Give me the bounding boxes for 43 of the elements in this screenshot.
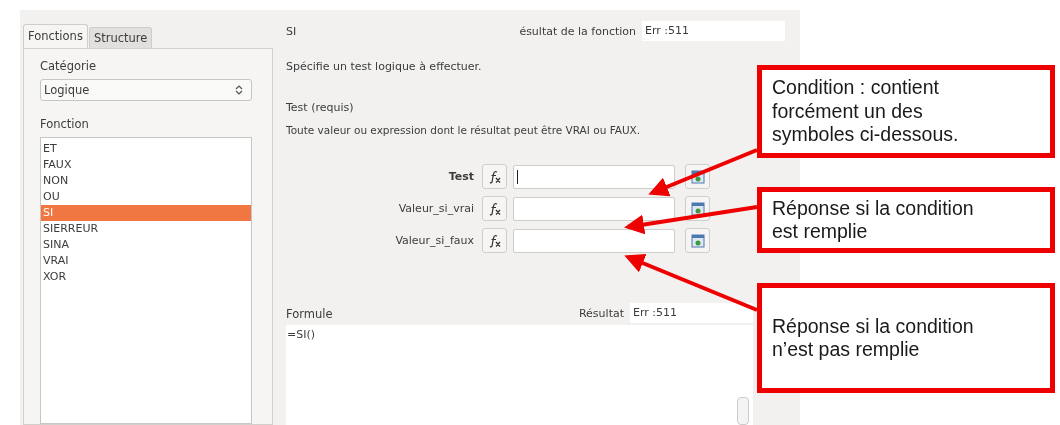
- formula-field[interactable]: =SI(): [286, 325, 753, 425]
- callout-text: Condition : contient forcément un des symboles ci-dessous.: [772, 76, 959, 147]
- function-item[interactable]: NON: [41, 173, 251, 189]
- function-wizard-button[interactable]: [482, 196, 507, 221]
- function-result-field: Err :511: [642, 21, 785, 41]
- fx-icon: [487, 201, 502, 216]
- tab[interactable]: Structure: [88, 27, 153, 48]
- function-result-label: ésultat de la fonction: [519, 24, 636, 38]
- function-wizard-button[interactable]: [482, 228, 507, 253]
- category-dropdown[interactable]: Logique: [40, 79, 252, 101]
- select-range-icon: [690, 201, 705, 216]
- tab[interactable]: Fonctions: [23, 24, 88, 48]
- callout-text: Réponse si la condition n’est pas remplie: [772, 314, 974, 362]
- function-description: Spécifie un test logique à effectuer.: [286, 60, 483, 73]
- argument-field[interactable]: [513, 164, 675, 189]
- function-item[interactable]: OU: [41, 189, 251, 205]
- result-label: Résultat: [578, 306, 624, 320]
- argument-field[interactable]: [513, 228, 675, 253]
- scrollbar[interactable]: [737, 397, 749, 425]
- argument-label: Test: [447, 170, 474, 183]
- select-range-icon: [690, 233, 705, 248]
- function-wizard-button[interactable]: [482, 164, 507, 189]
- function-label: Fonction: [40, 117, 90, 131]
- function-item[interactable]: XOR: [41, 269, 251, 285]
- argument-label: Valeur_si_faux: [394, 234, 474, 247]
- argument-label: Valeur_si_vrai: [397, 202, 474, 215]
- function-item[interactable]: ET: [41, 141, 251, 157]
- formula-label: Formule: [286, 307, 334, 321]
- function-item[interactable]: SIERREUR: [41, 221, 251, 237]
- text-cursor: [517, 169, 518, 184]
- function-item[interactable]: FAUX: [41, 157, 251, 173]
- function-item[interactable]: VRAI: [41, 253, 251, 269]
- formula-text: =SI(): [287, 328, 316, 341]
- function-item[interactable]: SINA: [41, 237, 251, 253]
- callout-text: Réponse si la condition est remplie: [772, 196, 974, 244]
- spinner-icon: [235, 84, 243, 96]
- fx-icon: [487, 233, 502, 248]
- result-field: Err :511: [630, 303, 753, 323]
- argument-field[interactable]: [513, 196, 675, 221]
- function-name: SI: [286, 24, 297, 38]
- category-label: Catégorie: [40, 59, 97, 73]
- shrink-button[interactable]: [685, 228, 710, 253]
- fx-icon: [487, 169, 502, 184]
